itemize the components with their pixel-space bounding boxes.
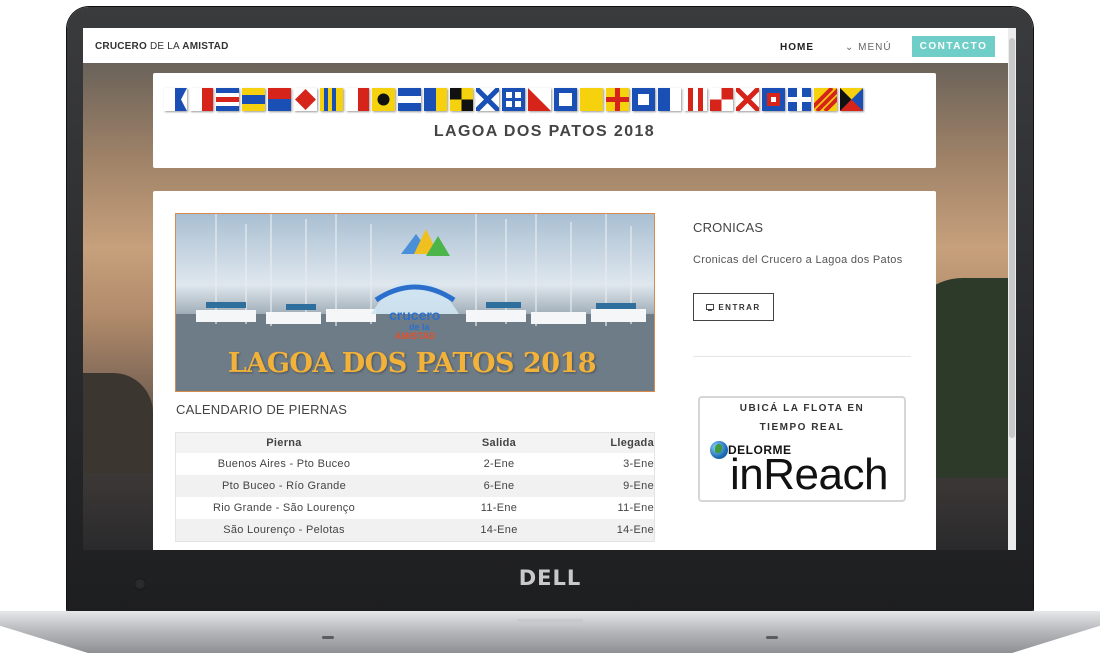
table-row: Buenos Aires - Pto Buceo 2-Ene 3-Ene: [176, 453, 654, 475]
column-header: Llegada: [606, 433, 654, 453]
sidebar-divider: [693, 356, 911, 357]
signal-flag-icon: [528, 88, 551, 111]
scrollbar-thumb[interactable]: [1009, 38, 1015, 438]
signal-flag-icon: [216, 88, 239, 111]
webcam-icon: [134, 578, 146, 590]
top-navbar: CRUCERO DE LA AMISTAD HOME ⌄ MENÚ CONTAC…: [83, 28, 1008, 63]
table-cell: São Lourenço - Pelotas: [176, 519, 392, 541]
table-cell: 9-Ene: [606, 475, 654, 497]
contact-button[interactable]: CONTACTO: [912, 36, 995, 57]
signal-flag-icon: [658, 88, 681, 111]
signal-flag-icon: [424, 88, 447, 111]
signal-flag-icon: [242, 88, 265, 111]
hero-banner: crucero de la AMISTAD LAGOA DOS PATOS 20…: [175, 213, 655, 392]
page-title: LAGOA DOS PATOS 2018: [433, 123, 656, 140]
laptop-foot: [766, 636, 778, 639]
header-card: LAGOA DOS PATOS 2018: [153, 73, 936, 168]
table-cell: 11-Ene: [480, 502, 518, 514]
table-cell: Rio Grande - São Lourenço: [212, 502, 356, 514]
site-title-word: CRUCERO: [95, 41, 147, 52]
signal-flag-icon: [164, 88, 187, 111]
inreach-caption: UBICÁ LA FLOTA EN: [739, 403, 865, 414]
globe-icon: [710, 441, 728, 459]
signal-flag-icon: [554, 88, 577, 111]
monitor-icon: [706, 303, 715, 311]
laptop-brand-logo: DELL: [518, 566, 582, 590]
signal-flag-icon: [502, 88, 525, 111]
nav-home-link[interactable]: HOME: [780, 42, 814, 53]
sidebar-title: CRONICAS: [693, 220, 764, 235]
inreach-tracking-widget[interactable]: UBICÁ LA FLOTA EN TIEMPO REAL DELORME in…: [698, 396, 906, 502]
table-cell: 6-Ene: [392, 475, 606, 497]
scrollbar[interactable]: [1008, 28, 1016, 550]
signal-flag-icon: [684, 88, 707, 111]
signal-flag-icon: [320, 88, 343, 111]
table-header-row: Pierna Salida Llegada: [176, 433, 654, 453]
legs-table: Pierna Salida Llegada Buenos Aires - Pto…: [175, 432, 655, 542]
signal-flag-icon: [606, 88, 629, 111]
table-row: São Lourenço - Pelotas 14-Ene 14-Ene: [176, 519, 654, 541]
signal-flag-icon: [450, 88, 473, 111]
signal-flag-icon: [580, 88, 603, 111]
background-shore: [83, 373, 153, 473]
logo-text: crucero: [389, 307, 441, 323]
inreach-logo-text: inReach: [730, 450, 888, 499]
table-row: Rio Grande - São Lourenço 11-Ene 11-Ene: [176, 497, 654, 519]
table-cell: Pto Buceo - Río Grande: [176, 475, 392, 497]
signal-flag-icon: [268, 88, 291, 111]
signal-flag-icon: [840, 88, 863, 111]
column-header: Pierna: [176, 433, 392, 453]
signal-flag-icon: [762, 88, 785, 111]
sidebar-description: Cronicas del Crucero a Lagoa dos Patos: [693, 254, 903, 266]
enter-button-label: ENTRAR: [718, 302, 761, 312]
table-cell: 2-Ene: [483, 458, 515, 470]
table-cell: 3-Ene: [623, 458, 654, 470]
laptop-screen: CRUCERO DE LA AMISTAD HOME ⌄ MENÚ CONTAC…: [83, 28, 1016, 550]
site-title-word: AMISTAD: [182, 41, 229, 52]
signal-flag-icon: [632, 88, 655, 111]
site-title[interactable]: CRUCERO DE LA AMISTAD: [95, 41, 229, 52]
site-title-word: DE LA: [149, 41, 180, 52]
banner-title: LAGOA DOS PATOS 2018: [227, 348, 597, 379]
column-header: Salida: [392, 433, 606, 453]
signal-flag-icon: [398, 88, 421, 111]
signal-flag-icon: [346, 88, 369, 111]
signal-flag-icon: [710, 88, 733, 111]
inreach-caption: TIEMPO REAL: [759, 422, 845, 433]
nav-menu-toggle[interactable]: ⌄ MENÚ: [845, 42, 892, 53]
enter-button[interactable]: ENTRAR: [693, 293, 774, 321]
calendar-title: CALENDARIO DE PIERNAS: [176, 402, 348, 417]
signal-flags-strip: [164, 88, 863, 112]
table-cell: Buenos Aires - Pto Buceo: [217, 458, 351, 470]
table-cell: 14-Ene: [606, 519, 654, 541]
signal-flag-icon: [736, 88, 759, 111]
table-cell: 14-Ene: [392, 519, 606, 541]
signal-flag-icon: [294, 88, 317, 111]
laptop-base: [0, 611, 1100, 653]
signal-flag-icon: [190, 88, 213, 111]
logo-text: AMISTAD: [395, 331, 436, 341]
laptop-notch: [517, 619, 583, 625]
table-cell: 11-Ene: [617, 502, 654, 514]
content-card: crucero de la AMISTAD LAGOA DOS PATOS 20…: [153, 191, 936, 550]
signal-flag-icon: [476, 88, 499, 111]
laptop-foot: [322, 636, 334, 639]
signal-flag-icon: [788, 88, 811, 111]
signal-flag-icon: [372, 88, 395, 111]
table-row: Pto Buceo - Río Grande 6-Ene 9-Ene: [176, 475, 654, 497]
signal-flag-icon: [814, 88, 837, 111]
